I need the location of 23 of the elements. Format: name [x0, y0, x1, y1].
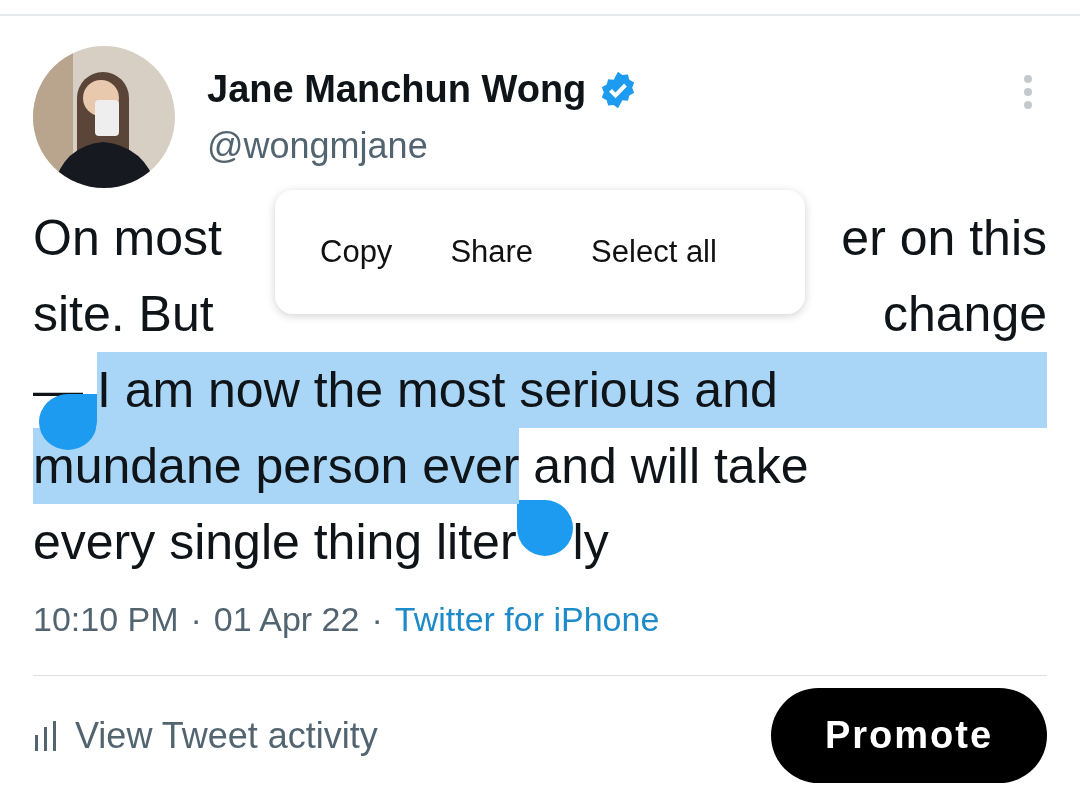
- menu-item[interactable]: Share: [450, 234, 534, 270]
- tweet-text: change: [882, 285, 1047, 344]
- menu-item[interactable]: Select all: [591, 234, 717, 270]
- selection-handle[interactable]: [516, 500, 573, 556]
- separator: ·: [371, 600, 383, 639]
- activity-link[interactable]: View Tweet activity: [33, 714, 378, 757]
- author-handle: @wongmjane: [207, 125, 429, 167]
- promote-button[interactable]: Promote: [771, 688, 1047, 783]
- tweet-text: every single thing liter: [33, 513, 517, 572]
- author-name[interactable]: Jane Manchun Wong: [207, 68, 587, 111]
- more-options-icon[interactable]: [1021, 74, 1035, 110]
- source-link[interactable]: Twitter for iPhone: [394, 600, 660, 639]
- selected-tweet-text: mundane person ever: [33, 428, 520, 504]
- menu-item[interactable]: Copy: [320, 234, 393, 270]
- tweet-text: and will take: [532, 437, 809, 496]
- tweet-text: site. But: [33, 285, 214, 344]
- bar-chart-icon: [33, 720, 59, 751]
- tweet-time: 10:10 PM: [33, 600, 179, 639]
- tweet-text: On most: [33, 209, 222, 268]
- separator: ·: [190, 600, 202, 639]
- tweet-text: er on this: [841, 209, 1047, 268]
- tweet-text: ly: [572, 513, 609, 572]
- tweet-date: 01 Apr 22: [213, 600, 360, 639]
